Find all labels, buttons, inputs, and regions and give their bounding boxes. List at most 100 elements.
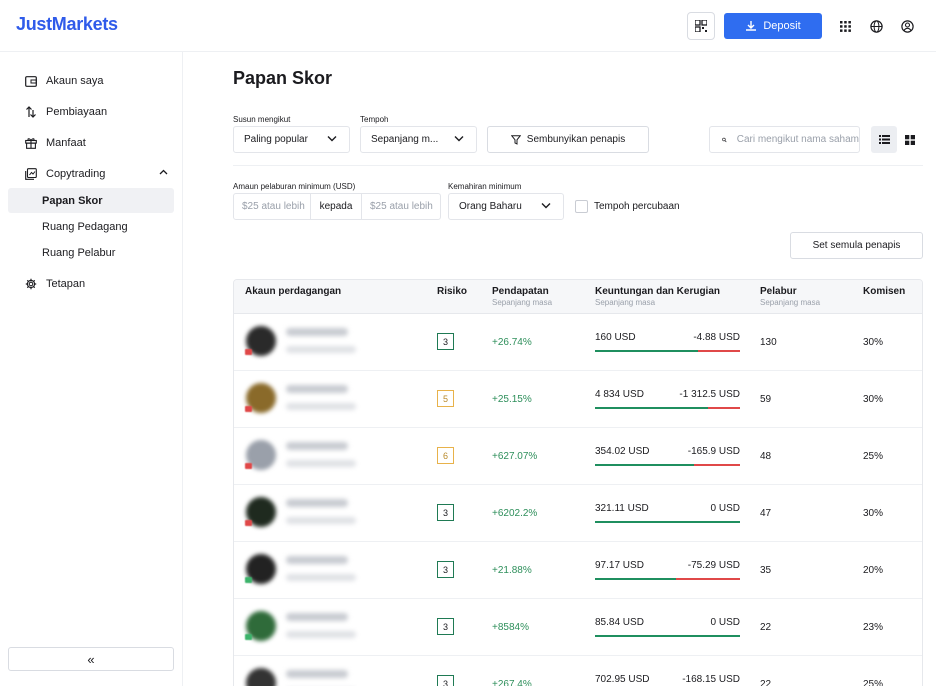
- trader-name-blurred[interactable]: [286, 670, 348, 678]
- trader-level-blurred: [286, 574, 356, 581]
- risk-score-badge: 3: [437, 618, 454, 635]
- trader-name-blurred[interactable]: [286, 556, 348, 564]
- table-row[interactable]: 3 +21.88% 97.17 USD -75.29 USD 35 20%: [234, 542, 922, 599]
- trader-name-blurred[interactable]: [286, 328, 348, 336]
- language-button[interactable]: [867, 17, 885, 35]
- col-header-return[interactable]: Pendapatan Sepanjang masa: [492, 286, 552, 307]
- trader-level-blurred: [286, 631, 356, 638]
- search-input[interactable]: Cari mengikut nama saham: [709, 126, 860, 153]
- sort-select[interactable]: Paling popular: [233, 126, 350, 153]
- col-header-risk[interactable]: Risiko: [437, 286, 467, 297]
- chevron-up-icon: [159, 169, 168, 175]
- collapse-sidebar-button[interactable]: «: [8, 647, 174, 671]
- hide-filters-button[interactable]: Sembunyikan penapis: [487, 126, 649, 153]
- return-value: +21.88%: [492, 565, 532, 576]
- list-view-button[interactable]: [871, 126, 897, 153]
- risk-score-badge: 3: [437, 504, 454, 521]
- loss-value: 0 USD: [710, 617, 740, 628]
- table-row[interactable]: 3 +6202.2% 321.11 USD 0 USD 47 30%: [234, 485, 922, 542]
- qr-code-button[interactable]: [687, 12, 715, 40]
- loss-value: -75.29 USD: [687, 560, 740, 571]
- trader-status-badge: [245, 577, 252, 583]
- col-header-investors[interactable]: Pelabur Sepanjang masa: [760, 286, 820, 307]
- risk-score-badge: 3: [437, 675, 454, 686]
- sidebar-item-pembiayaan[interactable]: Pembiayaan: [8, 99, 174, 125]
- table-header: Akaun perdagangan Risiko Pendapatan Sepan…: [234, 280, 922, 314]
- min-investment-from-input[interactable]: $25 atau lebih: [233, 193, 311, 220]
- col-header-pl-label: Keuntungan dan Kerugian: [595, 286, 720, 297]
- table-row[interactable]: 3 +267.4% 702.95 USD -168.15 USD 22 25%: [234, 656, 922, 686]
- sidebar: Akaun saya Pembiayaan Manfaat Copytradin…: [0, 52, 183, 686]
- sidebar-item-label: Pembiayaan: [46, 106, 108, 118]
- profile-button[interactable]: [898, 17, 916, 35]
- min-skill-label: Kemahiran minimum: [448, 182, 522, 191]
- trader-level-blurred: [286, 346, 356, 353]
- trader-name-blurred[interactable]: [286, 499, 348, 507]
- sidebar-item-akaun-saya[interactable]: Akaun saya: [8, 68, 174, 94]
- sidebar-subitem-ruang-pedagang[interactable]: Ruang Pedagang: [8, 214, 174, 239]
- globe-icon: [869, 19, 883, 33]
- sidebar-subitem-papan-skor[interactable]: Papan Skor: [8, 188, 174, 213]
- sidebar-item-manfaat[interactable]: Manfaat: [8, 130, 174, 156]
- min-skill-select[interactable]: Orang Baharu: [448, 193, 564, 220]
- trader-status-badge: [245, 406, 252, 412]
- apps-grid-button[interactable]: [836, 17, 854, 35]
- hide-filters-label: Sembunyikan penapis: [526, 134, 626, 145]
- to-label: kepada: [311, 193, 361, 220]
- col-header-return-label: Pendapatan: [492, 286, 549, 297]
- investors-count: 47: [760, 508, 772, 519]
- table-row[interactable]: 3 +8584% 85.84 USD 0 USD 22 23%: [234, 599, 922, 656]
- profit-loss-bar: [595, 635, 740, 637]
- return-value: +8584%: [492, 622, 529, 633]
- trader-status-badge: [245, 520, 252, 526]
- investors-count: 130: [760, 337, 777, 348]
- risk-score-badge: 6: [437, 447, 454, 464]
- sort-value: Paling popular: [244, 134, 308, 145]
- col-header-commission[interactable]: Komisen: [863, 286, 905, 297]
- commission-value: 30%: [863, 508, 884, 519]
- trader-name-blurred[interactable]: [286, 385, 348, 393]
- risk-score-badge: 3: [437, 561, 454, 578]
- grid-view-button[interactable]: [897, 126, 923, 153]
- justmarkets-logo[interactable]: JustMarkets: [16, 14, 118, 35]
- loss-value: -4.88 USD: [693, 332, 740, 343]
- profit-loss-bar: [595, 521, 740, 523]
- investors-count: 22: [760, 622, 772, 633]
- commission-value: 20%: [863, 565, 884, 576]
- filter-icon: [510, 134, 521, 145]
- trader-level-blurred: [286, 460, 356, 467]
- qr-code-icon: [695, 20, 707, 32]
- table-row[interactable]: 6 +627.07% 354.02 USD -165.9 USD 48 25%: [234, 428, 922, 485]
- investors-count: 48: [760, 451, 772, 462]
- trial-period-label: Tempoh percubaan: [594, 201, 680, 212]
- gift-icon: [24, 136, 38, 150]
- transfer-icon: [24, 105, 38, 119]
- trader-name-blurred[interactable]: [286, 613, 348, 621]
- sidebar-item-label: Manfaat: [46, 137, 86, 149]
- table-row[interactable]: 3 +26.74% 160 USD -4.88 USD 130 30%: [234, 314, 922, 371]
- loss-bar-segment: [708, 407, 740, 409]
- table-row[interactable]: 5 +25.15% 4 834 USD -1 312.5 USD 59 30%: [234, 371, 922, 428]
- deposit-button[interactable]: Deposit: [724, 13, 822, 39]
- trader-avatar[interactable]: [246, 668, 276, 686]
- col-header-pl[interactable]: Keuntungan dan Kerugian Sepanjang masa: [595, 286, 720, 307]
- chevron-down-icon: [541, 203, 551, 209]
- sidebar-item-tetapan[interactable]: Tetapan: [8, 271, 174, 297]
- sidebar-item-copytrading[interactable]: Copytrading: [8, 161, 174, 187]
- profit-loss-bar: [595, 578, 740, 580]
- return-value: +6202.2%: [492, 508, 538, 519]
- profit-loss-bar: [595, 407, 740, 409]
- col-header-account[interactable]: Akaun perdagangan: [245, 286, 341, 297]
- trader-name-blurred[interactable]: [286, 442, 348, 450]
- return-value: +25.15%: [492, 394, 532, 405]
- commission-value: 30%: [863, 394, 884, 405]
- trial-period-checkbox[interactable]: [575, 200, 588, 213]
- trader-status-badge: [245, 349, 252, 355]
- period-select[interactable]: Sepanjang m...: [360, 126, 477, 153]
- min-investment-to-input[interactable]: $25 atau lebih: [361, 193, 441, 220]
- page-title: Papan Skor: [233, 68, 333, 88]
- reset-filters-button[interactable]: Set semula penapis: [790, 232, 923, 259]
- chevron-down-icon: [327, 136, 337, 142]
- sidebar-subitem-ruang-pelabur[interactable]: Ruang Pelabur: [8, 240, 174, 265]
- chevron-down-icon: [454, 136, 464, 142]
